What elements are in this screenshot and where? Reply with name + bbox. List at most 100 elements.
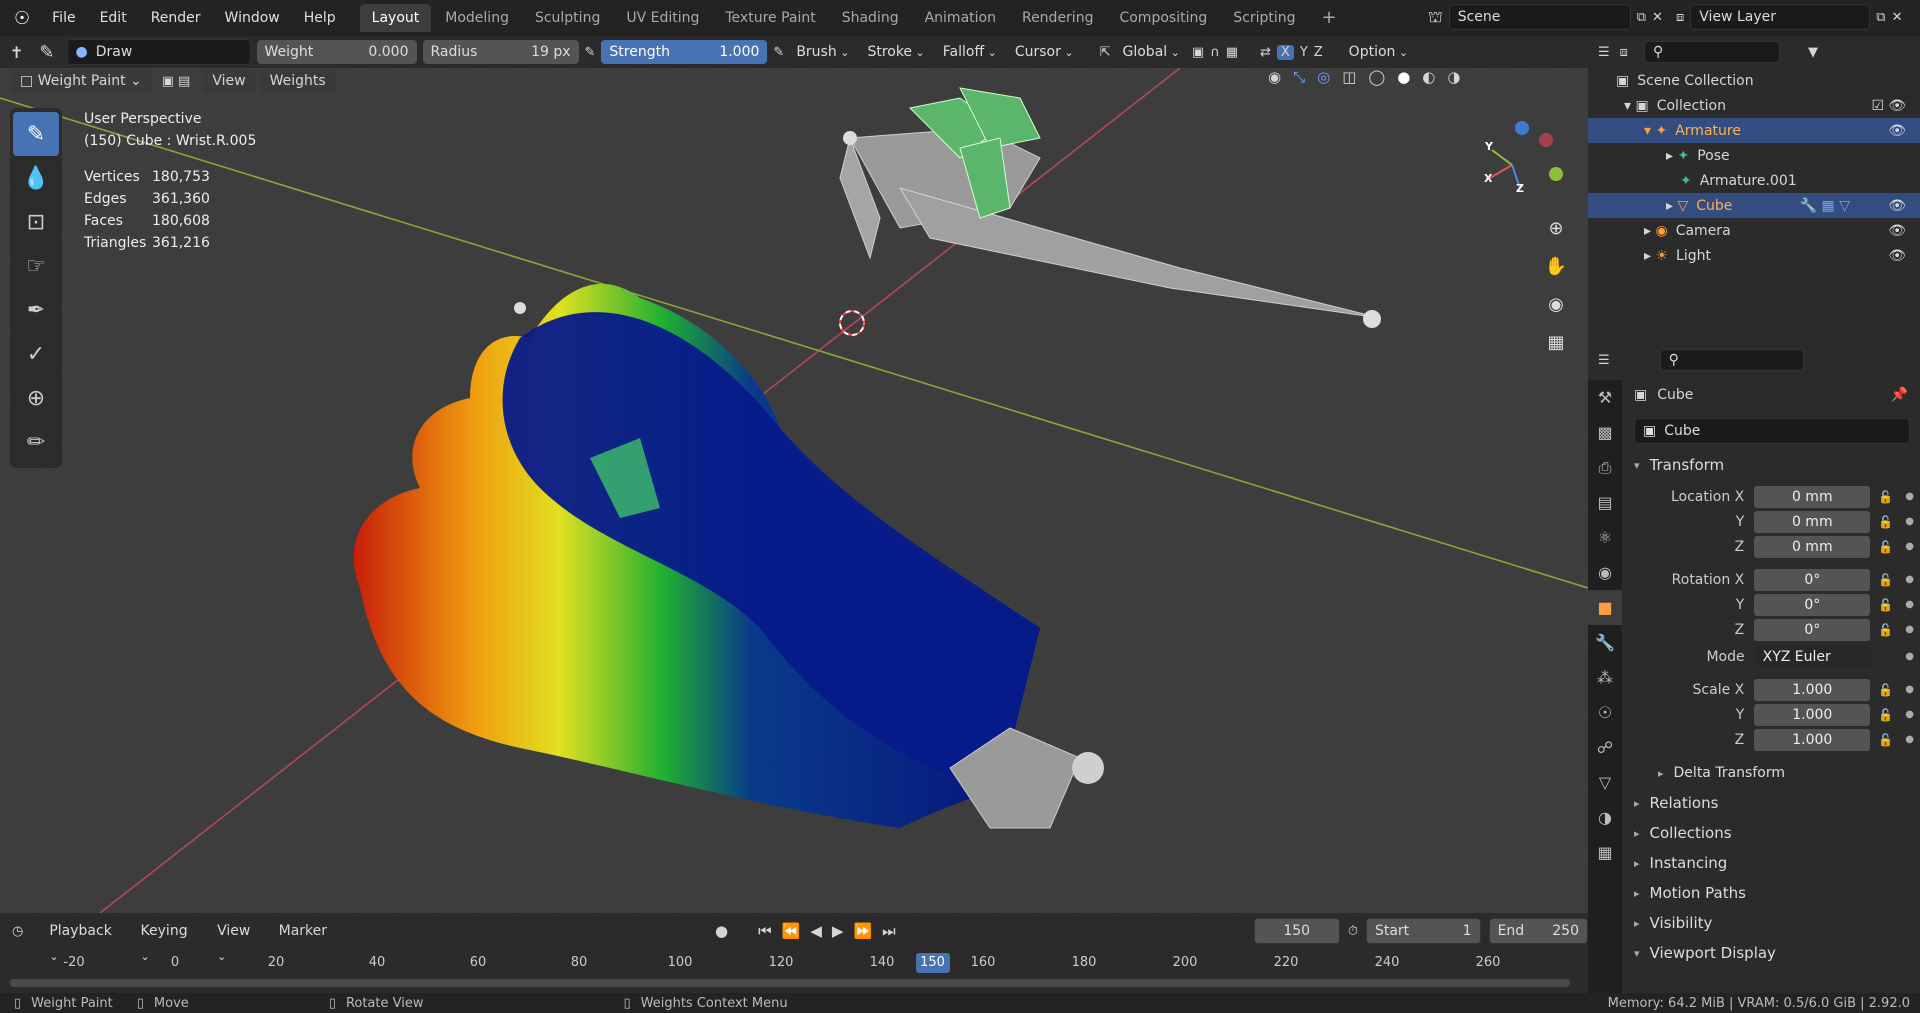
transform-orientation-icon[interactable]: ⇱: [1100, 45, 1111, 60]
outliner-search[interactable]: ⚲: [1643, 41, 1780, 63]
tab-compositing[interactable]: Compositing: [1107, 4, 1219, 32]
eye-icon[interactable]: 👁: [1888, 223, 1906, 239]
weight-slider[interactable]: Weight 0.000: [256, 40, 417, 64]
gizmo-icon[interactable]: ⤡: [1293, 68, 1305, 86]
timeline-scrollbar[interactable]: [10, 979, 1570, 987]
tab-sculpting[interactable]: Sculpting: [523, 4, 612, 32]
material-tab-icon[interactable]: ◑: [1588, 800, 1622, 835]
outliner-item-pose[interactable]: ▸ ✦ Pose: [1588, 143, 1920, 168]
material-shading-icon[interactable]: ◐: [1422, 68, 1435, 86]
weights-menu[interactable]: Weights: [259, 69, 336, 93]
transform-panel-header[interactable]: Transform: [1634, 450, 1914, 480]
tab-layout[interactable]: Layout: [359, 4, 432, 32]
tab-modeling[interactable]: Modeling: [433, 4, 521, 32]
view-menu[interactable]: View: [202, 69, 256, 93]
frame-ruler[interactable]: -20 0 20 40 60 80 100 120 140 150 160 180 200 220 240 2…: [0, 951, 1588, 977]
visibility-panel-header[interactable]: Visibility: [1634, 908, 1914, 938]
sample-weight-icon[interactable]: ✓: [13, 332, 59, 376]
texture-tab-icon[interactable]: ▦: [1588, 835, 1622, 870]
radius-pressure-icon[interactable]: ✎: [585, 45, 596, 60]
menu-render[interactable]: Render: [139, 10, 213, 26]
current-frame-field[interactable]: 150: [1253, 918, 1340, 944]
stroke-dropdown[interactable]: Stroke: [861, 40, 930, 64]
strength-slider[interactable]: Strength 1.000: [601, 40, 768, 64]
viewport-display-panel-header[interactable]: Viewport Display: [1634, 938, 1914, 968]
playback-menu[interactable]: Playback: [43, 919, 126, 943]
vertex-mask-icon[interactable]: ▤: [178, 74, 190, 89]
close-scene-icon[interactable]: ✕: [1652, 10, 1663, 25]
camera-view-icon[interactable]: ◉: [1540, 288, 1572, 320]
eye-icon[interactable]: 👁: [1888, 98, 1906, 114]
mirror-x-toggle[interactable]: X: [1276, 44, 1294, 60]
display-mode-icon[interactable]: ⧈: [1620, 45, 1628, 60]
keying-menu[interactable]: Keying: [135, 919, 204, 943]
physics-tab-icon[interactable]: ☉: [1588, 695, 1622, 730]
blender-logo-icon[interactable]: ☉: [0, 8, 40, 29]
new-view-layer-icon[interactable]: ⧉: [1876, 10, 1885, 25]
tab-animation[interactable]: Animation: [913, 4, 1008, 32]
tab-rendering[interactable]: Rendering: [1010, 4, 1106, 32]
tab-shading[interactable]: Shading: [830, 4, 911, 32]
mirror-y-toggle[interactable]: Y: [1300, 45, 1308, 60]
world-tab-icon[interactable]: ◉: [1588, 555, 1622, 590]
next-keyframe-icon[interactable]: ⏩: [853, 922, 872, 940]
close-view-layer-icon[interactable]: ✕: [1892, 10, 1903, 25]
3d-viewport[interactable]: □ Weight Paint ⌄ ▣ ▤ View Weights ◉ ⤡ ◎ …: [0, 68, 1588, 913]
play-icon[interactable]: ▶: [832, 922, 844, 940]
rotation-mode-dropdown[interactable]: XYZ Euler: [1754, 645, 1872, 668]
add-workspace-button[interactable]: +: [1310, 4, 1349, 32]
visibility-icon[interactable]: ◉: [1268, 68, 1281, 86]
brush-tool-icon[interactable]: ✎: [39, 42, 54, 63]
xray-icon[interactable]: ◫: [1342, 68, 1356, 86]
pivot-icon[interactable]: ▣: [1192, 45, 1204, 60]
eye-icon[interactable]: 👁: [1888, 198, 1906, 214]
play-reverse-icon[interactable]: ◀: [810, 922, 822, 940]
object-tab-icon[interactable]: ■: [1588, 590, 1622, 625]
brush-selector[interactable]: ● Draw: [66, 39, 251, 65]
menu-window[interactable]: Window: [213, 10, 292, 26]
end-frame-field[interactable]: End 250: [1488, 918, 1588, 944]
menu-edit[interactable]: Edit: [88, 10, 139, 26]
rendered-shading-icon[interactable]: ◑: [1447, 68, 1460, 86]
strength-pressure-icon[interactable]: ✎: [773, 45, 784, 60]
wrist-bone-joint[interactable]: [1072, 752, 1104, 784]
solid-shading-icon[interactable]: ●: [1397, 68, 1410, 86]
outliner-item-collection[interactable]: ▾ ▣ Collection ☑ 👁: [1588, 93, 1920, 118]
start-frame-field[interactable]: Start 1: [1365, 918, 1481, 944]
render-tab-icon[interactable]: ▩: [1588, 415, 1622, 450]
tool-tab-icon[interactable]: ⚒: [1588, 380, 1622, 415]
properties-editor-icon[interactable]: ☰: [1598, 353, 1610, 368]
collections-panel-header[interactable]: Collections: [1634, 818, 1914, 848]
eye-icon[interactable]: 👁: [1888, 248, 1906, 264]
view-layer-tab-icon[interactable]: ▤: [1588, 485, 1622, 520]
tab-texture-paint[interactable]: Texture Paint: [713, 4, 827, 32]
options-dropdown[interactable]: Option: [1343, 40, 1414, 64]
outliner-item-camera[interactable]: ▸ ◉ Camera 👁: [1588, 218, 1920, 243]
data-tab-icon[interactable]: ▽: [1588, 765, 1622, 800]
stopwatch-icon[interactable]: ⏱: [1348, 924, 1358, 939]
modifier-tab-icon[interactable]: 🔧: [1588, 625, 1622, 660]
output-tab-icon[interactable]: ⎙: [1588, 450, 1622, 485]
snap-grid-icon[interactable]: ▦: [1226, 45, 1238, 60]
timeline-view-menu[interactable]: View: [211, 919, 271, 943]
cursor-tool-icon[interactable]: ⊕: [13, 376, 59, 420]
menu-file[interactable]: File: [40, 10, 87, 26]
view-layer-icon[interactable]: ⧈: [1676, 10, 1684, 25]
relations-panel-header[interactable]: Relations: [1634, 788, 1914, 818]
outliner-editor-icon[interactable]: ☰: [1598, 45, 1610, 60]
pin-icon[interactable]: 📌: [1891, 387, 1908, 403]
outliner-item-cube[interactable]: ▸ ▽ Cube 🔧 ▦ ▽ 👁: [1588, 193, 1920, 218]
pan-hand-icon[interactable]: ✋: [1540, 250, 1572, 282]
radius-slider[interactable]: Radius 19 px: [422, 40, 579, 64]
prev-keyframe-icon[interactable]: ⏪: [782, 922, 801, 940]
face-mask-icon[interactable]: ▣: [162, 74, 174, 89]
zoom-icon[interactable]: ⊕: [1540, 212, 1572, 244]
delta-transform-header[interactable]: Delta Transform: [1634, 758, 1914, 788]
orientation-dropdown[interactable]: Global: [1117, 40, 1186, 64]
outliner-item-armature[interactable]: ▾ ✦ Armature 👁: [1588, 118, 1920, 143]
jump-start-icon[interactable]: ⏮: [758, 922, 772, 940]
timeline-editor-icon[interactable]: ◷: [12, 924, 23, 939]
outliner-item-light[interactable]: ▸ ☀ Light 👁: [1588, 243, 1920, 268]
record-icon[interactable]: ●: [715, 922, 728, 940]
view-layer-field[interactable]: View Layer: [1690, 4, 1871, 30]
